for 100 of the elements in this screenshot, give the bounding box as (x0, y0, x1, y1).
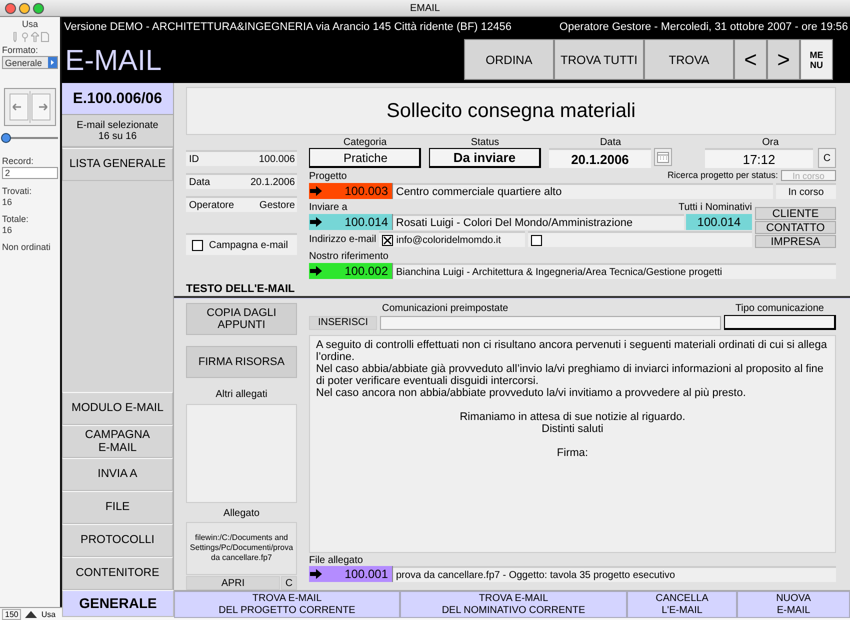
nav-button[interactable]: CONTENITORE (62, 557, 173, 590)
clear-button[interactable]: C (818, 148, 836, 168)
body-paragraph: Nel caso abbia/abbiate già provveduto all’invio la/vi preghiamo di inviarci informazioni al proposito al fine di poter verificare eventuali disguidi intercorsi. (316, 363, 825, 387)
action-button[interactable]: COPIA DAGLI APPUNTI (186, 303, 297, 335)
open-button[interactable]: APRI (186, 576, 280, 590)
nav-arrow-button[interactable]: < (734, 39, 767, 80)
closing-line: Distinti saluti (540, 423, 604, 435)
nav-button[interactable]: FILE (62, 491, 173, 524)
zoom-level[interactable]: 150 (2, 608, 22, 620)
toolbar-button[interactable]: ORDINA (464, 39, 554, 80)
reference-name: Bianchina Luigi - Architettura & Ingegneria/Area Tecnica/Gestione progetti (393, 263, 836, 279)
recipient-name: Rosati Luigi - Colori Del Mondo/Amministrazione (393, 214, 684, 230)
found-count: 16 (2, 197, 14, 207)
contact-type-button[interactable]: CONTATTO (755, 221, 836, 234)
total-label: Totale: (2, 214, 30, 224)
go-to-button[interactable] (309, 183, 323, 199)
nav-button[interactable]: INVIA A (62, 458, 173, 491)
menu-button[interactable]: ME NU (800, 39, 833, 80)
attachments-label: Altri allegati (214, 389, 268, 401)
contact-id: 100.014 (686, 214, 752, 230)
status-search-label: Ricerca progetto per status: (667, 170, 778, 180)
email-subject: Sollecito consegna materiali (186, 87, 836, 135)
presets-label: Comunicazioni preimpostate (382, 303, 508, 315)
mode-label: Usa (20, 19, 39, 29)
file-name: prova da cancellare.fp7 - Oggetto: tavola 35 progetto esecutivo (393, 566, 836, 582)
arrow-icon (310, 186, 322, 196)
record-label: Record: (2, 156, 35, 166)
info-field: Data 20.1.2006 (186, 173, 297, 189)
nav-button[interactable]: CAMPAGNA E-MAIL (62, 425, 173, 458)
date-field[interactable]: 20.1.2006 (549, 148, 651, 168)
list-button[interactable]: LISTA GENERALE (62, 148, 173, 181)
time-field[interactable]: 17:12 (705, 148, 813, 168)
window-title: EMAIL (410, 2, 440, 14)
nav-button[interactable]: GENERALE (62, 590, 174, 617)
format-label: Formato: (2, 45, 40, 55)
operator-date-text: Operatore Gestore - Mercoledi, 31 ottobre 2007 - ore 19:56 (559, 20, 848, 32)
field-label: Status (470, 137, 500, 148)
go-to-button[interactable] (309, 263, 323, 279)
footer-button[interactable]: NUOVA E-MAIL (737, 591, 850, 618)
dropdown-field[interactable]: Da inviare (429, 148, 541, 168)
body-paragraph: A seguito di controlli effettuati non ci risultano ancora pervenuti i seguenti materiali ordinati di cui si allega l’ordine. (316, 339, 828, 363)
footer-button[interactable]: CANCELLA L'E-MAIL (627, 591, 737, 618)
triangle-icon[interactable] (48, 57, 57, 68)
recipient-label: Inviare a (309, 202, 348, 214)
attachment-label: Allegato (222, 508, 261, 520)
closing-line: Firma: (556, 447, 590, 459)
closing-line: Rimaniamo in attesa di sue notizie al riguardo. (458, 411, 686, 423)
type-field[interactable] (724, 315, 836, 330)
clear-button[interactable]: C (281, 576, 297, 590)
format-dropdown[interactable]: Generale (2, 56, 58, 69)
info-field: ID 100.006 (186, 150, 297, 166)
file-label: File allegato (309, 555, 364, 566)
window-control-icon[interactable] (19, 2, 30, 14)
footer-button[interactable]: TROVA E-MAIL DEL NOMINATIVO CORRENTE (400, 591, 627, 618)
contact-type-button[interactable]: CLIENTE (755, 207, 836, 220)
email-body[interactable] (309, 335, 836, 553)
insert-button[interactable]: INSERISCI (309, 316, 377, 330)
record-id: E.100.006/06 (62, 83, 173, 115)
project-status: In corso (776, 183, 836, 199)
footer-button[interactable]: TROVA E-MAIL DEL PROGETTO CORRENTE (174, 591, 400, 618)
calendar-icon[interactable] (657, 152, 669, 162)
found-label: Trovati: (2, 186, 33, 196)
campaign-label: Campagna e-mail (209, 240, 288, 250)
info-field: Operatore Gestore (186, 196, 297, 212)
attachment-path: filewin:/C:/Documents and Settings/Pc/Documenti/prova da cancellare.fp7 (186, 522, 297, 575)
field-label: Categoria (343, 137, 387, 148)
window-control-icon[interactable] (5, 2, 16, 14)
checkbox[interactable] (382, 234, 394, 246)
go-to-button[interactable] (309, 566, 323, 582)
campaign-option[interactable]: Campagna e-mail (186, 233, 297, 255)
arrow-icon (310, 217, 322, 227)
recipient-id: 100.014 (323, 214, 393, 230)
version-text: Versione DEMO - ARCHITETTURA&INGEGNERIA via Arancio 145 Città ridente (BF) 12456 (64, 20, 512, 32)
record-slider[interactable] (0, 133, 11, 143)
field-label: Ora (762, 137, 779, 148)
nav-button[interactable]: PROTOCOLLI (62, 524, 173, 557)
arrow-icon (310, 266, 322, 276)
checkbox[interactable] (531, 234, 542, 246)
nav-arrow-button[interactable]: > (767, 39, 800, 80)
layout-title: E-MAIL (64, 44, 162, 78)
presets-field[interactable] (380, 316, 721, 330)
action-button[interactable]: FIRMA RISORSA (186, 346, 297, 378)
contact-type-button[interactable]: IMPRESA (755, 235, 836, 248)
arrow-icon (310, 569, 322, 579)
checkbox[interactable] (192, 240, 203, 250)
record-field[interactable]: 2 (2, 167, 58, 179)
nav-button[interactable]: MODULO E-MAIL (62, 392, 173, 425)
reference-id: 100.002 (323, 263, 393, 279)
body-paragraph: Nel caso ancora non abbia/abbiate provveduto la/vi invitiamo a provvedere al più presto. (316, 387, 747, 399)
section-heading: TESTO DELL'E-MAIL (186, 283, 296, 296)
go-to-button[interactable] (309, 214, 323, 230)
dropdown-field[interactable]: Pratiche (309, 148, 421, 168)
status-mode: Usa (41, 610, 56, 618)
book-navigation-icon[interactable] (4, 88, 56, 126)
project-name: Centro commerciale quartiere alto (393, 183, 773, 199)
toolbar-button[interactable]: TROVA TUTTI (554, 39, 644, 80)
email-field[interactable]: info@coloridelmomdo.it (379, 231, 526, 247)
window-control-icon[interactable] (33, 2, 44, 14)
type-label: Tipo comunicazione (735, 303, 824, 315)
toolbar-button[interactable]: TROVA (644, 39, 734, 80)
